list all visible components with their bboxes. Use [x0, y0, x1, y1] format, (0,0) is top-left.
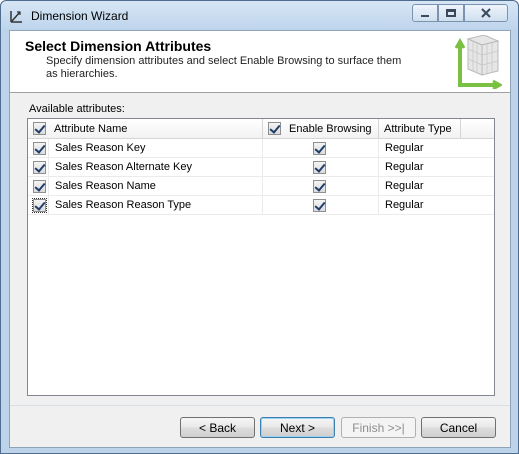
include-checkbox[interactable]: [32, 198, 47, 213]
cell-divider: [378, 139, 379, 158]
attribute-type[interactable]: Regular: [385, 142, 424, 154]
dimension-wizard-window: Dimension Wizard Select Dimension Attrib…: [0, 0, 519, 454]
wizard-client-area: Select Dimension Attributes Specify dime…: [9, 30, 511, 448]
column-header-attribute-name[interactable]: Attribute Name: [54, 123, 127, 135]
include-checkbox[interactable]: [33, 142, 46, 155]
table-row[interactable]: Sales Reason Alternate Key Regular: [28, 158, 494, 177]
attribute-name[interactable]: Sales Reason Alternate Key: [55, 161, 192, 173]
dimension-wizard-icon: [10, 11, 22, 23]
column-divider: [460, 119, 461, 139]
enable-browsing-checkbox[interactable]: [313, 199, 326, 212]
cell-divider: [48, 177, 49, 196]
page-title: Select Dimension Attributes: [25, 38, 212, 54]
back-button[interactable]: < Back: [180, 417, 255, 438]
next-button[interactable]: Next >: [260, 417, 335, 438]
attribute-type[interactable]: Regular: [385, 199, 424, 211]
cell-divider: [378, 177, 379, 196]
title-bar[interactable]: Dimension Wizard: [1, 1, 518, 29]
cell-divider: [262, 196, 263, 215]
include-checkbox[interactable]: [33, 161, 46, 174]
select-all-checkbox[interactable]: [33, 122, 46, 135]
attribute-name[interactable]: Sales Reason Name: [55, 180, 156, 192]
column-header-attribute-type[interactable]: Attribute Type: [384, 123, 452, 135]
minimize-icon: [421, 15, 429, 17]
finish-button: Finish >>|: [341, 417, 416, 438]
attribute-type[interactable]: Regular: [385, 161, 424, 173]
include-checkbox[interactable]: [33, 180, 46, 193]
enable-browsing-all-checkbox[interactable]: [268, 122, 281, 135]
window-title: Dimension Wizard: [31, 9, 129, 23]
cell-divider: [262, 158, 263, 177]
wizard-footer: < Back Next > Finish >>| Cancel: [10, 405, 510, 447]
enable-browsing-checkbox[interactable]: [313, 142, 326, 155]
dimension-cube-icon: [454, 35, 502, 89]
table-row[interactable]: Sales Reason Name Regular: [28, 177, 494, 196]
available-attributes-label: Available attributes:: [29, 103, 125, 115]
minimize-button[interactable]: [412, 4, 438, 22]
column-divider: [378, 119, 379, 139]
page-description: Specify dimension attributes and select …: [46, 55, 402, 80]
column-divider: [262, 119, 263, 139]
close-button[interactable]: [464, 4, 508, 22]
cell-divider: [262, 177, 263, 196]
cell-divider: [48, 158, 49, 177]
cancel-button[interactable]: Cancel: [421, 417, 496, 438]
cell-divider: [378, 158, 379, 177]
table-row[interactable]: Sales Reason Key Regular: [28, 139, 494, 158]
maximize-button[interactable]: [438, 4, 464, 22]
attribute-type[interactable]: Regular: [385, 180, 424, 192]
cell-divider: [378, 196, 379, 215]
cell-divider: [48, 139, 49, 158]
close-icon: [481, 8, 491, 18]
enable-browsing-checkbox[interactable]: [313, 161, 326, 174]
cell-divider: [48, 196, 49, 215]
wizard-header: Select Dimension Attributes Specify dime…: [10, 31, 510, 93]
attribute-name[interactable]: Sales Reason Key: [55, 142, 146, 154]
attribute-name[interactable]: Sales Reason Reason Type: [55, 199, 191, 211]
maximize-icon: [446, 9, 456, 17]
enable-browsing-checkbox[interactable]: [313, 180, 326, 193]
column-header-enable-browsing[interactable]: Enable Browsing: [289, 123, 372, 135]
table-row[interactable]: Sales Reason Reason Type Regular: [28, 196, 494, 215]
grid-header: Attribute Name Enable Browsing Attribute…: [28, 119, 494, 139]
attributes-grid[interactable]: Attribute Name Enable Browsing Attribute…: [27, 118, 495, 396]
cell-divider: [262, 139, 263, 158]
